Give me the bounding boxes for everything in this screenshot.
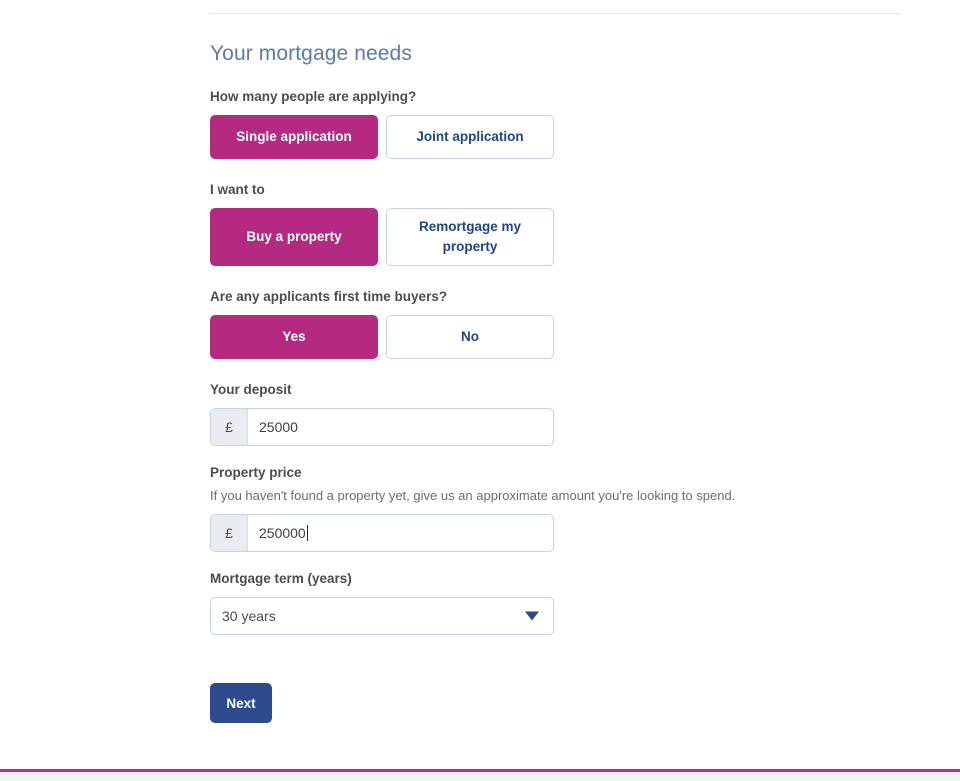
deposit-input-group[interactable]: £ 25000 [210,408,554,446]
text-caret [306,525,308,541]
property-price-input-value: 250000 [259,525,306,541]
footer-area [0,772,960,781]
next-button[interactable]: Next [210,683,272,723]
chevron-down-icon [525,611,539,621]
field-label: I want to [210,182,265,197]
page-title: Your mortgage needs [210,42,412,65]
toggle-single-application[interactable]: Single application [210,115,378,159]
toggle-remortgage-my-property[interactable]: Remortgage my property [386,208,554,266]
mortgage-form-page: Your mortgage needs How many people are … [0,0,960,770]
toggle-buy-a-property[interactable]: Buy a property [210,208,378,266]
field-group-intent: I want to Buy a property Remortgage my p… [210,181,910,266]
property-price-input[interactable]: 250000 [248,515,553,551]
field-label: Are any applicants first time buyers? [210,289,448,304]
deposit-input-value: 25000 [259,419,298,435]
toggle-yes[interactable]: Yes [210,315,378,359]
field-group-deposit: Your deposit £ 25000 [210,381,910,446]
field-group-applicants: How many people are applying? Single app… [210,88,910,159]
field-label: Mortgage term (years) [210,571,352,586]
field-group-first-time-buyers: Are any applicants first time buyers? Ye… [210,288,910,359]
toggle-group-applicants: Single application Joint application [210,115,910,159]
field-group-mortgage-term: Mortgage term (years) 30 years [210,570,910,635]
field-label: Property price [210,465,302,480]
deposit-input[interactable]: 25000 [248,409,553,445]
toggle-group-intent: Buy a property Remortgage my property [210,208,910,266]
mortgage-term-select[interactable]: 30 years [210,597,554,635]
currency-pound-icon: £ [211,409,248,445]
property-price-input-group[interactable]: £ 250000 [210,514,554,552]
toggle-joint-application[interactable]: Joint application [386,115,554,159]
top-divider [210,13,900,14]
mortgage-term-selected-value: 30 years [222,608,276,624]
toggle-group-first-time-buyers: Yes No [210,315,910,359]
form-content: Your mortgage needs How many people are … [210,40,910,723]
toggle-no[interactable]: No [386,315,554,359]
field-help-text: If you haven't found a property yet, giv… [210,488,736,503]
field-label: Your deposit [210,382,292,397]
field-label: How many people are applying? [210,89,417,104]
field-group-property-price: Property price If you haven't found a pr… [210,464,910,552]
currency-pound-icon: £ [211,515,248,551]
